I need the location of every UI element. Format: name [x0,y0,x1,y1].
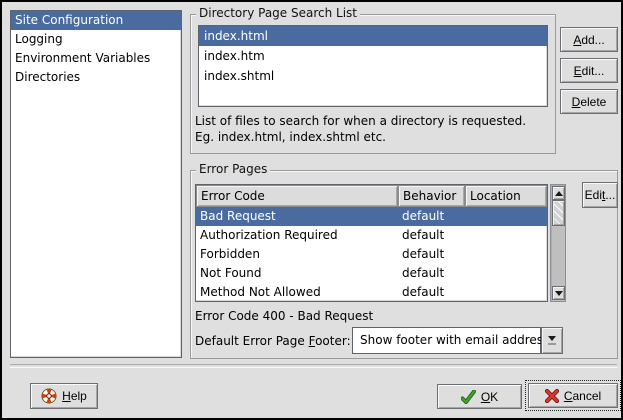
error-pages-table: Error Code Behavior Location Bad Request… [195,184,548,302]
edit-error-page-button-label: Edit... [585,188,616,202]
list-item-index-shtml[interactable]: index.shtml [199,66,547,86]
add-button-label: Add... [573,33,604,47]
column-header-error-code[interactable]: Error Code [196,185,398,207]
footer-separator [10,364,617,368]
sidebar-item-environment-variables[interactable]: Environment Variables [11,49,181,68]
scrollbar-down-button[interactable] [552,286,565,300]
add-button[interactable]: Add... [560,27,618,52]
column-header-behavior[interactable]: Behavior [398,185,465,207]
dropdown-arrow-icon [548,336,556,341]
list-item-index-html[interactable]: index.html [199,26,547,46]
cross-icon [545,389,559,403]
default-error-page-footer-label: Default Error Page Footer: [195,334,351,348]
ok-button[interactable]: OK [437,384,522,409]
arrow-up-icon [555,191,563,196]
cancel-button[interactable]: Cancel [528,383,618,408]
table-row-bad-request[interactable]: Bad Request default [196,207,547,226]
directory-page-search-frame-label: Directory Page Search List [196,6,360,20]
arrow-down-icon [555,291,563,296]
error-code-status: Error Code 400 - Bad Request [195,309,373,323]
edit-file-button-label: Edit... [574,64,605,78]
edit-file-button[interactable]: Edit... [560,58,618,83]
lifebuoy-icon [41,388,57,404]
table-row-not-found[interactable]: Not Found default [196,264,547,283]
check-icon [461,390,476,404]
help-button-label: Help [62,389,87,403]
file-search-description-line1: List of files to search for when a direc… [195,114,526,128]
file-search-description-line2: Eg. index.html, index.shtml etc. [195,130,386,144]
list-item-index-htm[interactable]: index.htm [199,46,547,66]
help-button[interactable]: Help [30,383,98,409]
ok-button-label: OK [481,390,498,404]
delete-button-label: Delete [572,95,607,109]
edit-error-page-button[interactable]: Edit... [582,182,618,208]
column-header-location[interactable]: Location [465,185,547,207]
scrollbar-thumb[interactable] [552,200,565,226]
sidebar-item-site-configuration[interactable]: Site Configuration [11,11,181,30]
sidebar-item-directories[interactable]: Directories [11,68,181,87]
table-row-authorization-required[interactable]: Authorization Required default [196,226,547,245]
table-row-method-not-allowed[interactable]: Method Not Allowed default [196,283,547,302]
dropdown-dash-icon [548,343,556,345]
table-row-forbidden[interactable]: Forbidden default [196,245,547,264]
error-table-scrollbar[interactable] [550,184,566,302]
combo-selected-value: Show footer with email address [352,327,541,354]
delete-button[interactable]: Delete [560,89,618,114]
combo-dropdown-button[interactable] [541,327,563,354]
site-configuration-dialog: Site Configuration Logging Environment V… [0,0,623,420]
file-search-list: index.html index.htm index.shtml [198,25,548,107]
scrollbar-up-button[interactable] [552,186,565,200]
error-pages-frame-label: Error Pages [196,162,270,176]
default-error-page-footer-combo[interactable]: Show footer with email address [352,327,563,354]
cancel-button-focus-ring: Cancel [525,380,621,411]
category-list: Site Configuration Logging Environment V… [10,10,182,358]
error-pages-table-header: Error Code Behavior Location [196,185,547,207]
cancel-button-label: Cancel [564,389,601,403]
sidebar-item-logging[interactable]: Logging [11,30,181,49]
